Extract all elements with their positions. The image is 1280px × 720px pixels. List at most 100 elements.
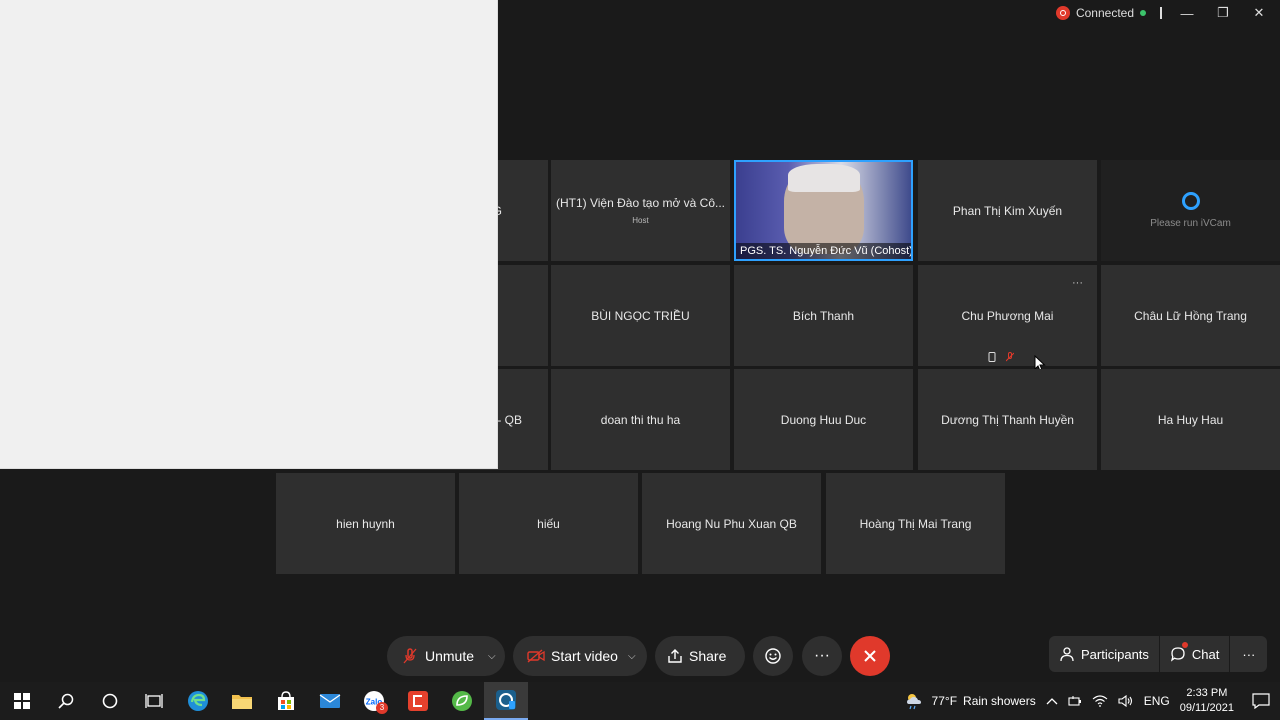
meeting-controls: Unmute ⌵ Start video ⌵ Share ··· Partici… xyxy=(0,636,1280,676)
participants-button[interactable]: Participants xyxy=(1049,636,1160,672)
speaker-icon[interactable] xyxy=(1118,695,1134,707)
participant-video-tile[interactable]: Please run iVCam xyxy=(1101,160,1280,261)
store-button[interactable] xyxy=(264,682,308,720)
participant-name: hien huynh xyxy=(336,516,395,531)
participant-name: - QB xyxy=(497,412,522,427)
tile-more-button[interactable]: ··· xyxy=(1072,277,1083,289)
file-explorer-button[interactable] xyxy=(220,682,264,720)
phone-icon xyxy=(988,352,996,362)
battery-icon[interactable] xyxy=(1068,695,1082,707)
green-leaf-icon xyxy=(452,691,472,711)
blank-window-panel xyxy=(0,0,498,469)
weather-widget[interactable]: 77°F Rain showers xyxy=(904,692,1036,710)
participant-tile[interactable]: Bích Thanh xyxy=(734,265,913,366)
close-icon xyxy=(864,650,876,662)
participant-tile[interactable]: hiếu xyxy=(459,473,638,574)
zalo-button[interactable]: Zalo 3 xyxy=(352,682,396,720)
system-tray: 77°F Rain showers ENG 2:33 PM 09/11/2021 xyxy=(904,682,1280,720)
unmute-button[interactable]: Unmute ⌵ xyxy=(387,636,505,676)
participant-name: Hoang Nu Phu Xuan QB xyxy=(666,516,797,531)
task-view-button[interactable] xyxy=(132,682,176,720)
minimize-button[interactable]: — xyxy=(1176,6,1198,21)
edge-browser-button[interactable] xyxy=(176,682,220,720)
clock[interactable]: 2:33 PM 09/11/2021 xyxy=(1180,686,1234,716)
participant-name: Phan Thị Kim Xuyến xyxy=(952,203,1063,218)
reactions-button[interactable] xyxy=(753,636,793,676)
notification-center-icon[interactable] xyxy=(1252,693,1270,709)
start-video-label: Start video xyxy=(551,648,618,664)
close-window-button[interactable]: ✕ xyxy=(1248,5,1270,21)
participant-tile[interactable]: Ha Huy Hau xyxy=(1101,369,1280,470)
end-call-button[interactable] xyxy=(850,636,890,676)
recording-icon xyxy=(1055,6,1070,20)
ivcam-message: Please run iVCam xyxy=(1150,218,1231,229)
connected-dot-icon xyxy=(1140,10,1146,16)
search-button[interactable] xyxy=(44,682,88,720)
participant-tile[interactable]: Châu Lữ Hồng Trang xyxy=(1101,265,1280,366)
chat-label: Chat xyxy=(1191,646,1220,662)
edge-icon xyxy=(188,691,208,711)
clock-time: 2:33 PM xyxy=(1186,687,1228,699)
connection-indicator[interactable]: Connected xyxy=(1055,6,1146,20)
participant-tile[interactable]: Phan Thị Kim Xuyến xyxy=(918,160,1097,261)
participant-tile[interactable]: doan thi thu ha xyxy=(551,369,730,470)
participant-name: Dương Thị Thanh Huyền xyxy=(941,412,1074,427)
participant-tile[interactable]: Dương Thị Thanh Huyền xyxy=(918,369,1097,470)
notification-badge: 3 xyxy=(376,702,388,714)
screen-recorder-icon xyxy=(408,691,428,711)
participant-video-tile[interactable]: PGS. TS. Nguyễn Đức Vũ (Cohost) xyxy=(734,160,913,261)
restore-button[interactable]: ❐ xyxy=(1212,5,1234,21)
tile-status-icons xyxy=(988,352,1014,362)
share-button[interactable]: Share xyxy=(655,636,745,676)
participant-tile[interactable]: Hoang Nu Phu Xuan QB xyxy=(642,473,821,574)
participant-tile[interactable]: hien huynh xyxy=(276,473,455,574)
participant-name: Ha Huy Hau xyxy=(1157,412,1224,427)
cortana-button[interactable] xyxy=(88,682,132,720)
participant-name: Bích Thanh xyxy=(792,308,855,323)
participant-tile[interactable]: ··· Chu Phương Mai xyxy=(918,265,1097,373)
input-language[interactable]: ENG xyxy=(1144,694,1170,708)
window-titlebar: Connected — ❐ ✕ xyxy=(1055,0,1280,26)
participant-name: PGS. TS. Nguyễn Đức Vũ (Cohost) xyxy=(736,243,911,259)
start-video-button[interactable]: Start video ⌵ xyxy=(513,636,647,676)
emoji-icon xyxy=(765,648,781,664)
participant-hair xyxy=(788,164,860,192)
participant-name: BÙI NGỌC TRIỀU xyxy=(591,308,690,323)
weather-temp: 77°F xyxy=(931,694,958,708)
chevron-up-icon[interactable] xyxy=(1046,697,1058,705)
store-icon xyxy=(278,691,294,710)
share-label: Share xyxy=(689,648,727,664)
participant-tile[interactable]: Duong Huu Duc xyxy=(734,369,913,470)
chevron-down-icon[interactable]: ⌵ xyxy=(488,651,496,662)
windows-taskbar: Zalo 3 77°F Rain showers ENG 2:33 PM 09/… xyxy=(0,682,1280,720)
webex-button[interactable] xyxy=(484,682,528,720)
participant-name: (HT1) Viện Đào tạo mở và Cô... xyxy=(555,196,726,210)
mail-button[interactable] xyxy=(308,682,352,720)
share-icon xyxy=(668,649,682,663)
ivcam-icon xyxy=(1181,192,1200,210)
green-app-button[interactable] xyxy=(440,682,484,720)
muted-mic-icon xyxy=(1006,352,1014,362)
person-icon xyxy=(1060,647,1074,662)
participant-tile[interactable]: (HT1) Viện Đào tạo mở và Cô... Host xyxy=(551,160,730,261)
red-app-button[interactable] xyxy=(396,682,440,720)
wifi-icon[interactable] xyxy=(1092,695,1108,707)
more-panels-button[interactable]: ··· xyxy=(1230,636,1267,672)
chat-button[interactable]: Chat xyxy=(1160,636,1231,672)
more-options-button[interactable]: ··· xyxy=(802,636,842,676)
participant-tile[interactable]: BÙI NGỌC TRIỀU xyxy=(551,265,730,366)
chevron-down-icon[interactable]: ⌵ xyxy=(628,651,636,662)
chat-icon xyxy=(1170,647,1185,662)
participant-name: Duong Huu Duc xyxy=(780,412,867,427)
task-view-icon xyxy=(145,694,163,708)
connection-status-label: Connected xyxy=(1075,6,1134,20)
participant-tile[interactable]: Hoàng Thị Mai Trang xyxy=(826,473,1005,574)
weather-desc: Rain showers xyxy=(963,694,1036,708)
search-icon xyxy=(58,693,74,709)
webex-icon xyxy=(496,690,516,710)
panel-toggle-group: Participants Chat ··· xyxy=(1049,636,1268,672)
start-button[interactable] xyxy=(0,682,44,720)
windows-logo-icon xyxy=(14,693,30,709)
clock-date: 09/11/2021 xyxy=(1179,702,1234,714)
rain-cloud-icon xyxy=(906,694,921,710)
